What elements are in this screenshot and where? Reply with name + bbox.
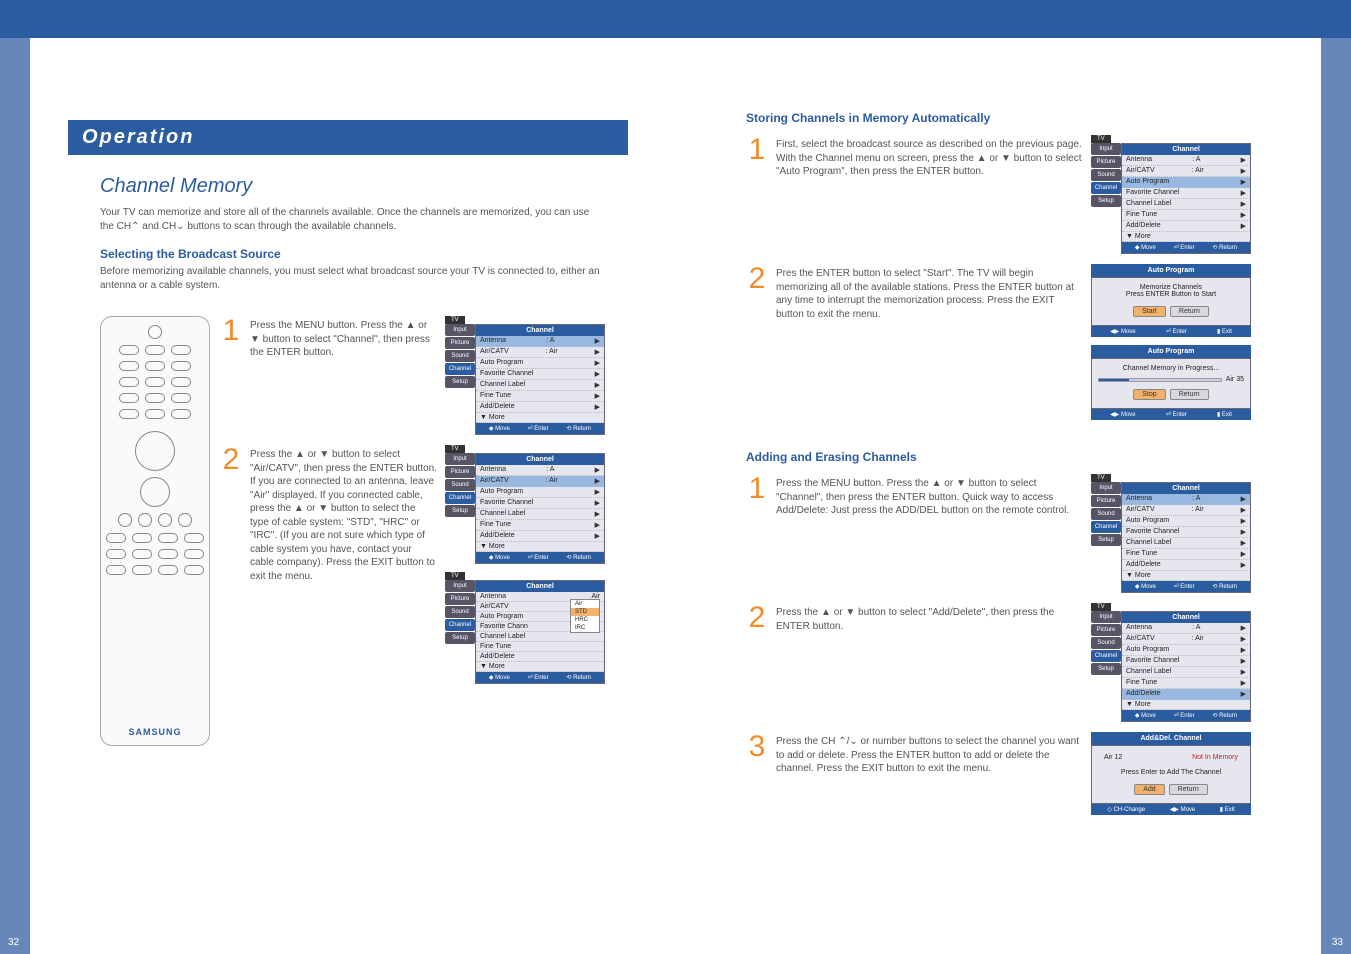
osd-catv-dropdown: TV Input Picture Sound Channel Setup (445, 572, 605, 684)
remote-illustration: SAMSUNG (100, 316, 210, 746)
osd-auto-program-progress: Auto Program Channel Memory in Progress.… (1091, 345, 1251, 420)
step-1-text: Press the MENU button. Press the ▲ or ▼ … (250, 316, 437, 360)
auto-step-number-2: 2 (746, 264, 768, 294)
osd-aircatv-selected: TV Input Picture Sound Channel Setup (445, 445, 605, 564)
auto-step-1-text: First, select the broadcast source as de… (776, 135, 1083, 179)
ae-step-number-3: 3 (746, 732, 768, 762)
channel-memory-intro: Your TV can memorize and store all of th… (100, 206, 605, 233)
step-2-text: Press the ▲ or ▼ button to select "Air/C… (250, 445, 437, 583)
osd-adddel-channel-dialog: Add&Del. Channel Air 12Not In Memory Pre… (1091, 732, 1251, 815)
ae-step-number-1: 1 (746, 474, 768, 504)
operation-header: Operation (68, 120, 628, 155)
ae-step-number-2: 2 (746, 603, 768, 633)
selecting-source-intro: Before memorizing available channels, yo… (100, 265, 605, 292)
storing-auto-heading: Storing Channels in Memory Automatically (746, 111, 1251, 125)
ae-step-3-text: Press the CH ⌃/⌄ or number buttons to se… (776, 732, 1083, 776)
osd-ae-channel-menu: TV Input Picture Sound Channel Setup Cha… (1091, 474, 1251, 593)
channel-memory-title: Channel Memory (100, 175, 605, 198)
osd-channel-menu-1: TV Input Picture Sound Channel Setup Cha… (445, 316, 605, 435)
add-erase-heading: Adding and Erasing Channels (746, 450, 1251, 464)
auto-step-2-text: Pres the ENTER button to select "Start".… (776, 264, 1083, 321)
osd-auto-program-hl: TV Input Picture Sound Channel Setup Cha… (1091, 135, 1251, 254)
ae-step-1-text: Press the MENU button. Press the ▲ or ▼ … (776, 474, 1083, 518)
auto-step-number-1: 1 (746, 135, 768, 165)
step-number-2: 2 (220, 445, 242, 475)
remote-brand-logo: SAMSUNG (128, 727, 181, 737)
osd-ae-adddelete-hl: TV Input Picture Sound Channel Setup Cha… (1091, 603, 1251, 722)
osd-auto-program-start: Auto Program Memorize Channels Press ENT… (1091, 264, 1251, 337)
selecting-source-heading: Selecting the Broadcast Source (100, 247, 605, 261)
page-number-right: 33 (1332, 937, 1343, 948)
step-number-1: 1 (220, 316, 242, 346)
page-number-left: 32 (8, 937, 19, 948)
ae-step-2-text: Press the ▲ or ▼ button to select "Add/D… (776, 603, 1083, 633)
